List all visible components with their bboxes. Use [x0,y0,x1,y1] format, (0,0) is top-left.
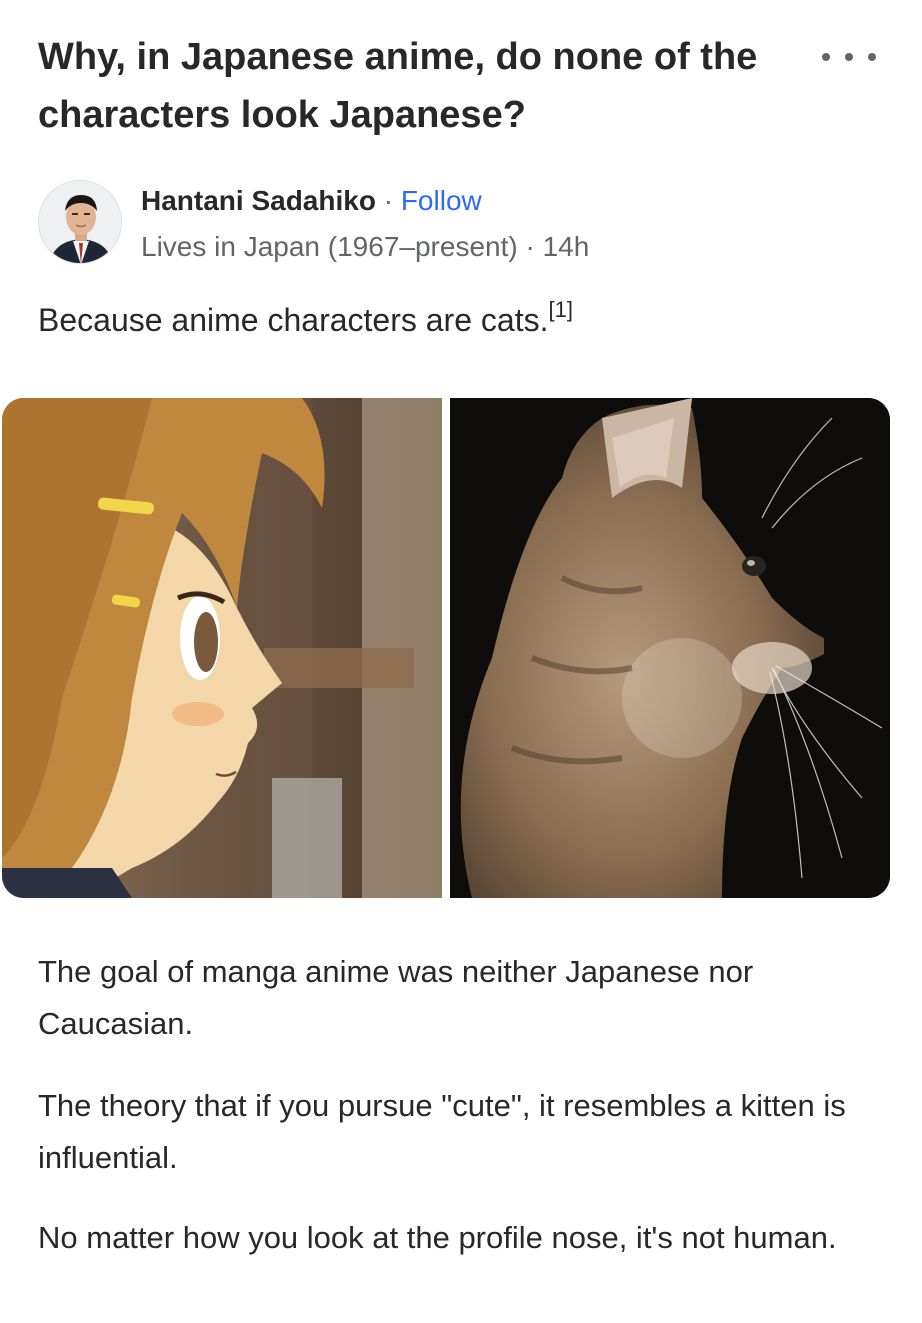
author-line: Hantani Sadahiko · Follow [141,182,482,220]
answer-paragraph-3: No matter how you look at the profile no… [38,1220,837,1255]
answer-timestamp[interactable]: 14h [543,231,590,262]
author-avatar[interactable] [38,180,122,264]
answer-intro: Because anime characters are cats.[1] [38,287,573,343]
answer-paragraph-2: The theory that if you pursue "cute", it… [38,1088,846,1175]
answer-image[interactable] [2,398,890,898]
image-divider [442,398,450,898]
answer-intro-text: Because anime characters are cats. [38,302,549,338]
more-icon-dot [868,53,876,61]
footnote-link[interactable]: [1] [548,297,572,322]
question-title[interactable]: Why, in Japanese anime, do none of the c… [38,28,808,144]
follow-button[interactable]: Follow [401,185,482,216]
author-credential-line: Lives in Japan (1967–present) · 14h [141,228,589,266]
author-name[interactable]: Hantani Sadahiko [141,185,376,216]
anime-character-image [2,398,442,898]
timestamp-separator: · [517,231,543,262]
more-icon-dot [845,53,853,61]
answer-paragraph-1: The goal of manga anime was neither Japa… [38,954,754,1041]
author-separator: · [375,185,401,216]
cat-profile-image [450,398,890,898]
more-horizontal-icon [822,53,830,61]
author-credential[interactable]: Lives in Japan (1967–present) [141,231,518,262]
more-options-button[interactable] [822,42,876,72]
avatar-photo [39,181,121,263]
comparison-image [2,398,890,898]
